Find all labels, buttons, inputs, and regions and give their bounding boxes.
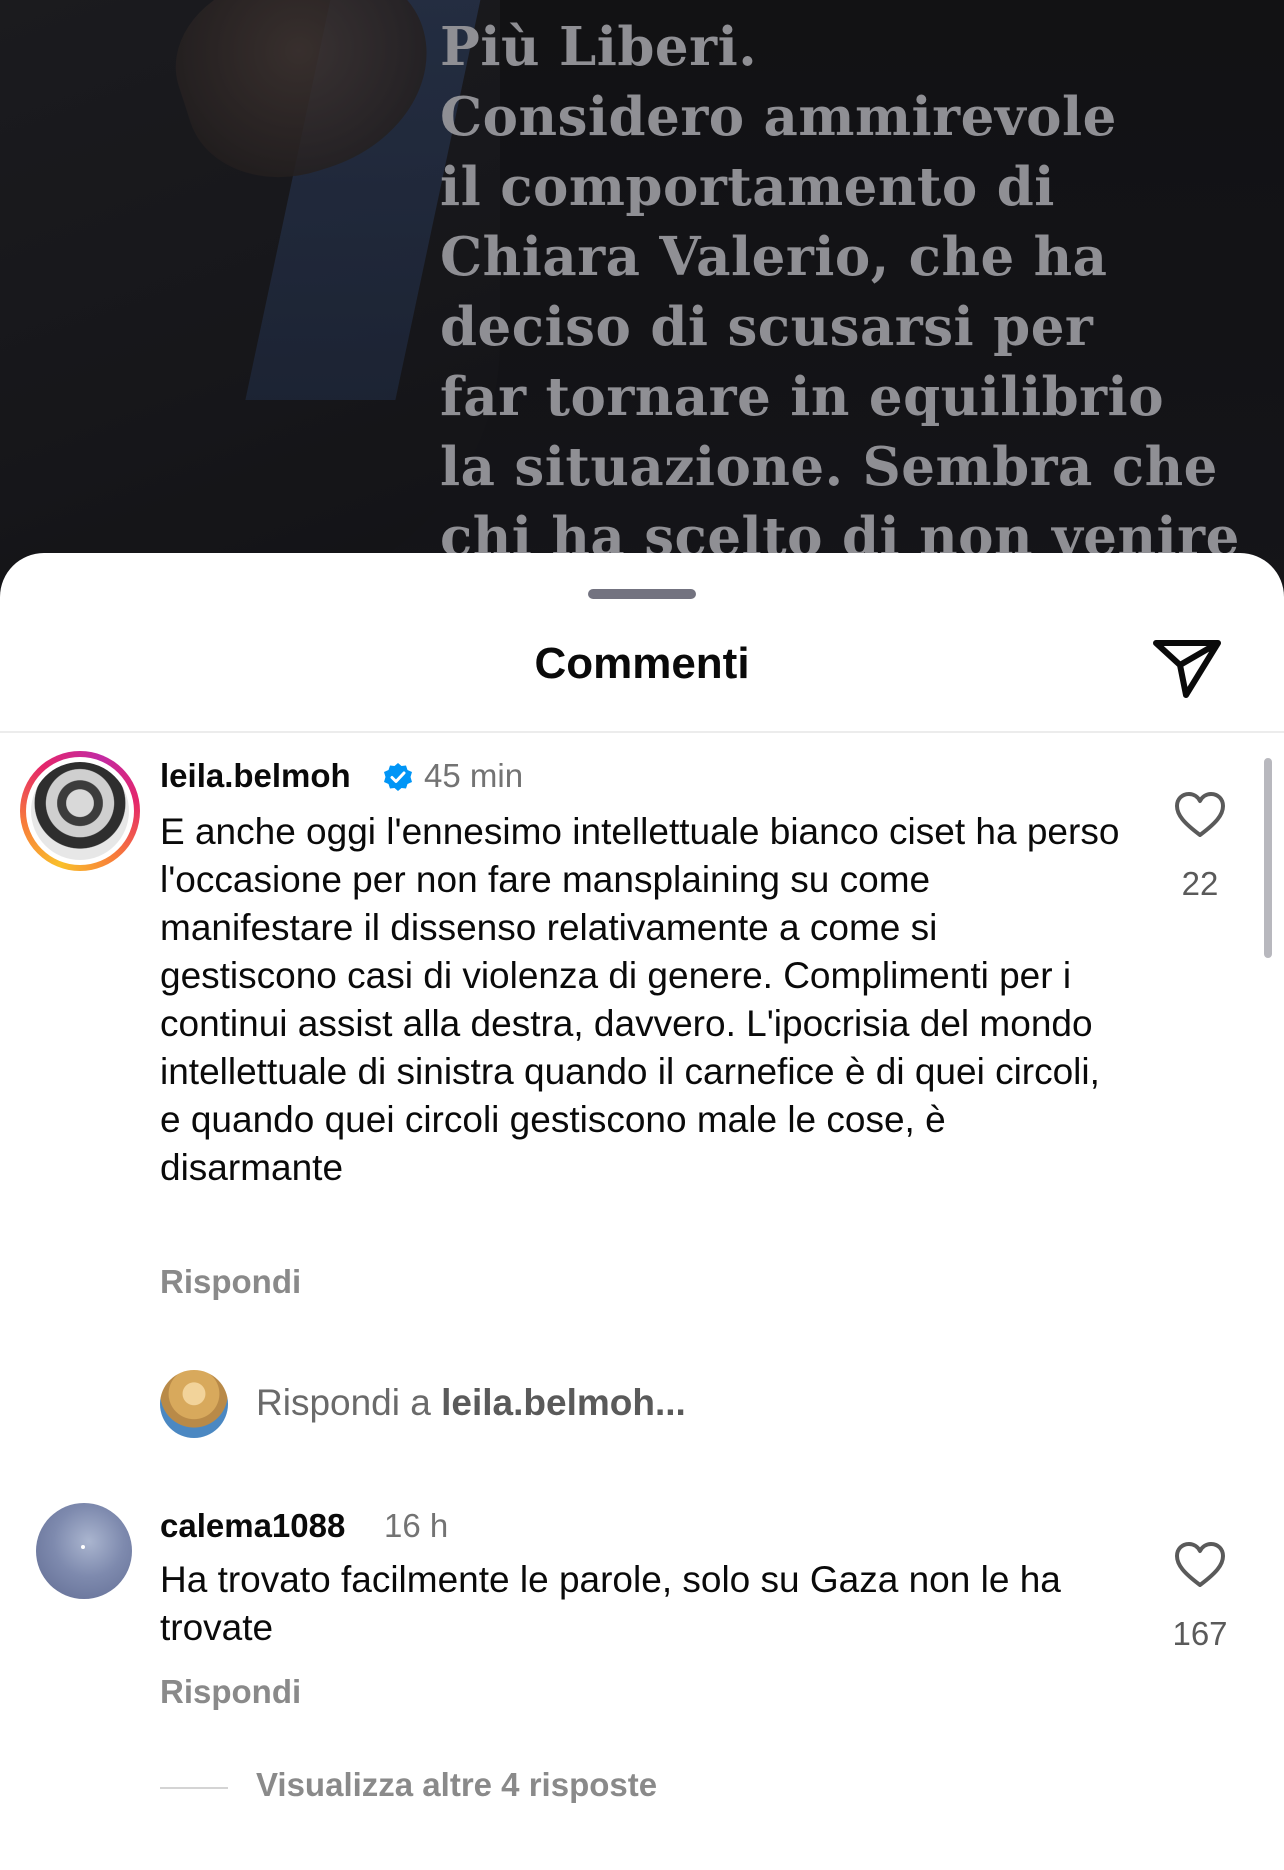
post-text-line: Considero ammirevole — [440, 86, 1117, 148]
comment-text: Ha trovato facilmente le parole, solo su… — [160, 1559, 1061, 1648]
comment-text: E anche oggi l'ennesimo intellettuale bi… — [160, 811, 1120, 1188]
reply-button[interactable]: Rispondi — [160, 1673, 301, 1711]
post-overlay-text: Più Liberi. Considero ammirevole il comp… — [440, 12, 1260, 572]
view-more-replies-button[interactable]: Visualizza altre 4 risposte — [256, 1766, 657, 1804]
avatar — [31, 762, 129, 860]
post-text-line: il comportamento di — [440, 156, 1055, 218]
sheet-title: Commenti — [534, 639, 750, 688]
avatar — [160, 1370, 228, 1438]
replies-divider-line — [160, 1787, 228, 1789]
like-count: 22 — [1181, 865, 1219, 902]
avatar[interactable] — [36, 1503, 132, 1599]
paper-plane-icon[interactable] — [1150, 633, 1224, 701]
sheet-divider — [0, 731, 1284, 733]
post-text-line: deciso di scusarsi per — [440, 296, 1094, 358]
verified-badge-icon — [384, 763, 412, 791]
heart-icon[interactable] — [1174, 1541, 1226, 1589]
comments-sheet: Commenti leila.belmoh 45 min E anche ogg… — [0, 553, 1284, 1870]
post-image-background: Più Liberi. Considero ammirevole il comp… — [0, 0, 1284, 600]
post-text-line: la situazione. Sembra che — [440, 436, 1218, 498]
scrollbar[interactable] — [1264, 758, 1272, 958]
comment-timestamp: 45 min — [424, 757, 524, 794]
comment-timestamp: 16 h — [384, 1507, 449, 1544]
reply-button[interactable]: Rispondi — [160, 1263, 301, 1301]
post-text-line: Più Liberi. — [440, 16, 758, 78]
post-text-line: far tornare in equilibrio — [440, 366, 1165, 428]
comment-username[interactable]: calema1088 — [160, 1507, 345, 1545]
post-text-line: Chiara Valerio, che ha — [440, 226, 1108, 288]
like-count: 167 — [1172, 1615, 1228, 1652]
sheet-grabber-handle[interactable] — [588, 589, 696, 599]
comment-username[interactable]: leila.belmoh — [160, 757, 351, 795]
avatar-story-ring[interactable] — [20, 751, 140, 871]
reply-input-placeholder: Rispondi a leila.belmoh... — [256, 1382, 686, 1423]
heart-icon[interactable] — [1174, 791, 1226, 839]
